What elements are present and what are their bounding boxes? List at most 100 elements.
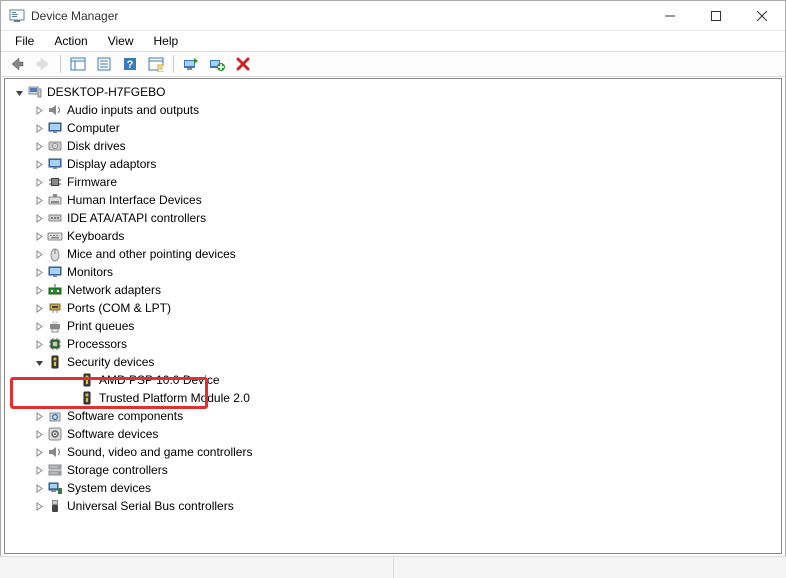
expand-arrow-icon[interactable] [33,230,45,242]
tree-category[interactable]: Ports (COM & LPT) [5,299,781,317]
tree-category[interactable]: Processors [5,335,781,353]
expand-arrow-icon[interactable] [33,410,45,422]
expand-arrow-icon[interactable] [33,428,45,440]
category-label: Computer [67,121,120,135]
category-label: Processors [67,337,127,351]
tree-category[interactable]: Software devices [5,425,781,443]
properties-button[interactable] [92,53,116,75]
category-label: System devices [67,481,151,495]
menu-help[interactable]: Help [146,33,187,49]
device-label: AMD PSP 10.0 Device [99,373,220,387]
update-driver-button[interactable] [179,53,203,75]
tree-category[interactable]: Firmware [5,173,781,191]
keyboard-icon [47,228,63,244]
category-label: Security devices [67,355,154,369]
tree-device[interactable]: AMD PSP 10.0 Device [5,371,781,389]
tree-category[interactable]: IDE ATA/ATAPI controllers [5,209,781,227]
tree-category[interactable]: System devices [5,479,781,497]
title-bar: Device Manager [1,1,785,31]
expand-arrow-icon[interactable] [33,122,45,134]
svg-text:?: ? [127,59,134,71]
disk-icon [47,138,63,154]
disable-device-button[interactable] [231,53,255,75]
tree-category[interactable]: Software components [5,407,781,425]
security-icon [79,390,95,406]
expand-arrow-icon[interactable] [33,158,45,170]
system-icon [47,480,63,496]
tree-category[interactable]: Universal Serial Bus controllers [5,497,781,515]
expand-arrow-icon[interactable] [33,284,45,296]
expand-arrow-icon[interactable] [33,446,45,458]
expand-arrow-icon[interactable] [33,248,45,260]
menu-file[interactable]: File [7,33,42,49]
action-list-button[interactable] [144,53,168,75]
root-label: DESKTOP-H7FGEBO [47,85,165,99]
category-label: IDE ATA/ATAPI controllers [67,211,206,225]
minimize-button[interactable] [647,1,693,30]
forward-button[interactable] [31,53,55,75]
collapse-arrow-icon[interactable] [33,356,45,368]
computer-icon [27,84,43,100]
uninstall-device-button[interactable] [205,53,229,75]
expand-arrow-icon[interactable] [33,212,45,224]
menu-action[interactable]: Action [46,33,95,49]
close-button[interactable] [739,1,785,30]
storage-icon [47,462,63,478]
tree-device[interactable]: Trusted Platform Module 2.0 [5,389,781,407]
category-label: Print queues [67,319,134,333]
category-label: Display adaptors [67,157,156,171]
category-label: Keyboards [67,229,124,243]
category-label: Sound, video and game controllers [67,445,252,459]
tree-category[interactable]: Disk drives [5,137,781,155]
tree-category[interactable]: Security devices [5,353,781,371]
category-label: Storage controllers [67,463,168,477]
expand-arrow-icon[interactable] [33,194,45,206]
menu-view[interactable]: View [100,33,142,49]
expand-arrow-icon[interactable] [33,464,45,476]
back-button[interactable] [5,53,29,75]
category-label: Ports (COM & LPT) [67,301,171,315]
category-label: Audio inputs and outputs [67,103,199,117]
expand-arrow-icon[interactable] [13,86,25,98]
tree-category[interactable]: Computer [5,119,781,137]
tree-category[interactable]: Keyboards [5,227,781,245]
category-label: Software components [67,409,183,423]
expand-arrow-icon[interactable] [33,320,45,332]
window-title: Device Manager [31,9,647,23]
status-bar [0,556,786,578]
expand-arrow-icon[interactable] [33,176,45,188]
maximize-button[interactable] [693,1,739,30]
tree-category[interactable]: Display adaptors [5,155,781,173]
category-label: Network adapters [67,283,161,297]
tree-category[interactable]: Network adapters [5,281,781,299]
speaker-icon [47,444,63,460]
tree-category[interactable]: Monitors [5,263,781,281]
expand-arrow-icon[interactable] [33,302,45,314]
expand-arrow-icon[interactable] [33,104,45,116]
tree-category[interactable]: Mice and other pointing devices [5,245,781,263]
security-icon [47,354,63,370]
device-tree[interactable]: DESKTOP-H7FGEBO Audio inputs and outputs C… [4,78,782,554]
expand-arrow-icon[interactable] [33,140,45,152]
expand-arrow-icon[interactable] [33,338,45,350]
expand-arrow-icon[interactable] [33,266,45,278]
expand-arrow-icon[interactable] [33,482,45,494]
tree-category[interactable]: Audio inputs and outputs [5,101,781,119]
category-label: Software devices [67,427,158,441]
category-label: Firmware [67,175,117,189]
tree-category[interactable]: Storage controllers [5,461,781,479]
expand-arrow-icon[interactable] [33,500,45,512]
tree-category[interactable]: Print queues [5,317,781,335]
tree-root[interactable]: DESKTOP-H7FGEBO [5,83,781,101]
chip-icon [47,174,63,190]
tree-category[interactable]: Sound, video and game controllers [5,443,781,461]
help-button[interactable]: ? [118,53,142,75]
security-icon [79,372,95,388]
swdev-icon [47,426,63,442]
category-label: Monitors [67,265,113,279]
mouse-icon [47,246,63,262]
app-icon [9,8,25,24]
show-hide-console-button[interactable] [66,53,90,75]
tree-category[interactable]: Human Interface Devices [5,191,781,209]
ide-icon [47,210,63,226]
